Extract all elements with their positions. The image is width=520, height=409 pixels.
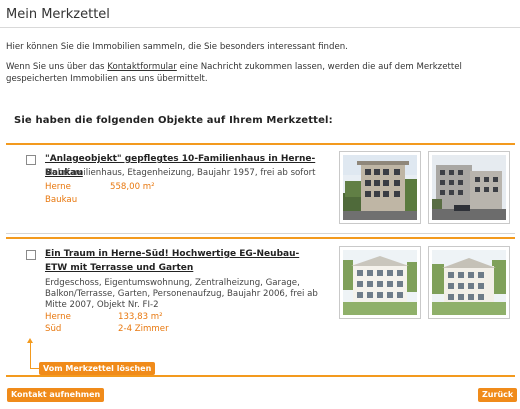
item-area: 558,00 m² (110, 182, 155, 192)
rendering-photo-icon[interactable] (428, 246, 510, 319)
rendering-photo-icon[interactable] (339, 246, 421, 319)
item-divider (6, 233, 515, 234)
intro-contact-text: Wenn Sie uns über das Kontaktformular ei… (6, 61, 511, 85)
item-description: Erdgeschoss, Eigentumswohnung, Zentralhe… (45, 278, 318, 310)
item-description: Mehrfamilienhaus, Etagenheizung, Baujahr… (45, 168, 316, 178)
intro-text: Hier können Sie die Immobilien sammeln, … (6, 42, 348, 52)
orange-divider (6, 375, 515, 377)
item-district: Süd (45, 324, 62, 334)
item-rooms: 2-4 Zimmer (118, 324, 169, 334)
item-title-link[interactable]: Ein Traum in Herne-Süd! Hochwertige EG-N… (45, 247, 315, 275)
item-city: Herne (45, 182, 71, 192)
intro-text-before: Wenn Sie uns über das (6, 62, 108, 72)
orange-divider (6, 143, 515, 145)
orange-divider (6, 237, 515, 239)
back-button[interactable]: Zurück (478, 388, 518, 402)
page-title: Mein Merkzettel (6, 7, 110, 22)
item-checkbox[interactable] (26, 250, 36, 260)
remove-from-list-button[interactable]: Vom Merkzettel löschen (39, 362, 156, 375)
building-photo-icon[interactable] (339, 151, 421, 224)
street-photo-icon[interactable] (428, 151, 510, 224)
item-area: 133,83 m² (118, 312, 163, 322)
item-checkbox[interactable] (26, 155, 36, 165)
contact-button[interactable]: Kontakt aufnehmen (7, 388, 105, 402)
arrow-connector (30, 342, 31, 368)
section-heading: Sie haben die folgenden Objekte auf Ihre… (14, 115, 333, 126)
item-district: Baukau (45, 195, 78, 205)
contact-form-link[interactable]: Kontaktformular (107, 62, 177, 72)
item-city: Herne (45, 312, 71, 322)
title-divider (0, 27, 520, 28)
